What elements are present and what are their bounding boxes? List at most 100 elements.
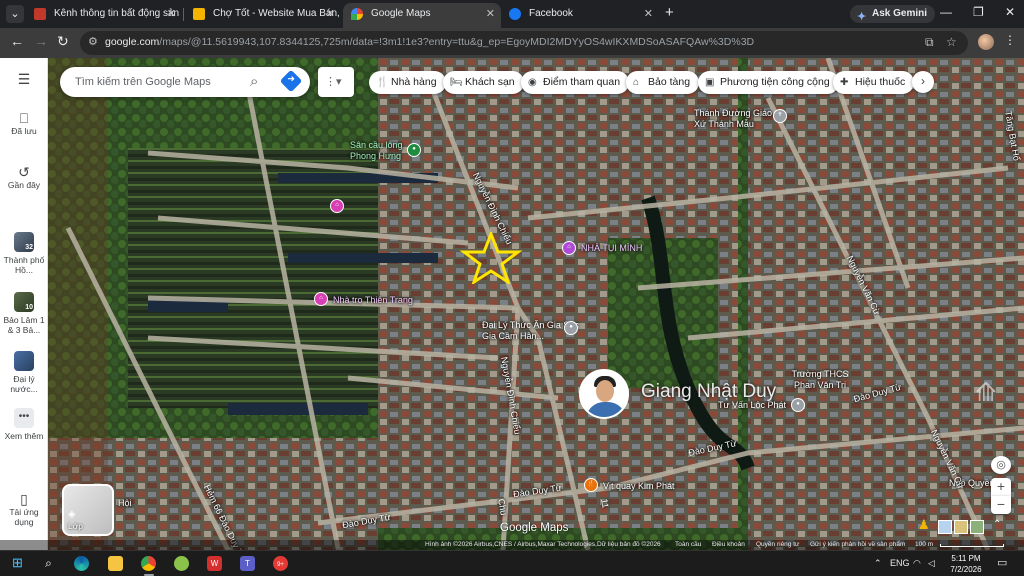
- phone-icon: ▯: [20, 491, 28, 507]
- new-tab-button[interactable]: +: [665, 4, 674, 21]
- church-pin-icon[interactable]: ✝: [773, 109, 787, 123]
- feedback-link[interactable]: Gửi ý kiến phản hồi về sản phẩm: [810, 540, 905, 550]
- reload-icon[interactable]: ↻: [57, 33, 69, 50]
- traffic-thumbnail[interactable]: [954, 520, 968, 534]
- label-thanh-duong[interactable]: Thánh Đường Giáo Xứ Thánh Mẫu: [694, 108, 784, 130]
- satellite-map[interactable]: Thánh Đường Giáo Xứ Thánh Mẫu ✝ Sân cầu …: [48, 58, 1024, 550]
- tab-search-button[interactable]: ⌄: [6, 5, 24, 23]
- rail-saved[interactable]: ⎕ Đã lưu: [0, 111, 48, 136]
- teams-icon[interactable]: T: [240, 556, 255, 571]
- notification-icon[interactable]: ▭: [997, 556, 1007, 569]
- close-icon[interactable]: ✕: [486, 3, 495, 25]
- terrain-thumbnail[interactable]: [938, 520, 952, 534]
- windows-start-icon[interactable]: ⊞: [10, 556, 25, 571]
- store-pin-icon[interactable]: ●: [564, 321, 578, 335]
- rail-recent-daily[interactable]: Đại lý nước...: [0, 351, 48, 394]
- clock-date: 7/2/2026: [950, 565, 982, 574]
- directions-icon[interactable]: ➜: [279, 69, 303, 93]
- profile-avatar[interactable]: [978, 34, 994, 50]
- forward-icon[interactable]: →: [34, 33, 48, 49]
- file-explorer-icon[interactable]: [108, 556, 123, 571]
- chrome-icon[interactable]: [141, 556, 156, 571]
- office-pin-icon[interactable]: ●: [791, 398, 805, 412]
- tab-divider: [183, 8, 184, 21]
- taskbar-clock[interactable]: 5:11 PM 7/2/2026: [946, 553, 986, 575]
- site-info-icon[interactable]: ⚙: [88, 35, 98, 48]
- rail-recent-hcmc[interactable]: 32 Thành phố Hồ...: [0, 232, 48, 275]
- transit-thumbnail[interactable]: [970, 520, 984, 534]
- zoom-in-button[interactable]: +: [991, 478, 1011, 496]
- close-icon[interactable]: ✕: [326, 3, 335, 25]
- address-bar[interactable]: ⚙ google.com/maps/@11.5619943,107.834412…: [80, 31, 968, 55]
- close-window-icon[interactable]: ✕: [1005, 5, 1015, 19]
- chip-attractions[interactable]: ◉ Điểm tham quan: [521, 71, 630, 94]
- selected-location-star-icon[interactable]: [458, 232, 524, 284]
- sports-pin-icon[interactable]: ●: [407, 143, 421, 157]
- bookmark-star-icon[interactable]: ☆: [946, 35, 957, 49]
- rail-recent-baolam[interactable]: 10 Bảo Lâm 1 & 3 Bả...: [0, 292, 48, 335]
- home-pin-icon[interactable]: ⌂: [562, 241, 576, 255]
- close-icon[interactable]: ✕: [167, 3, 176, 25]
- expand-icon[interactable]: ⌃: [993, 519, 1001, 530]
- map-attribution-bar: Hình ảnh ©2026 Airbus,CNES / Airbus,Maxa…: [0, 540, 1024, 550]
- speaker-icon[interactable]: ◁: [928, 558, 935, 569]
- my-location-button[interactable]: ◎: [991, 456, 1011, 474]
- edge-icon[interactable]: [74, 556, 89, 571]
- menu-button[interactable]: ☰: [0, 72, 48, 87]
- terms-link[interactable]: Điều khoản: [712, 540, 745, 550]
- place-filter-button[interactable]: ⋮▾: [318, 67, 354, 97]
- facebook-favicon-icon: [509, 8, 521, 20]
- label-vit-quay[interactable]: Vịt quay Kim Phát: [603, 481, 675, 491]
- install-app-icon[interactable]: ⧉: [925, 35, 934, 50]
- map-type-thumbnails[interactable]: [938, 520, 984, 534]
- country-link[interactable]: Toàn cầu: [675, 540, 701, 550]
- wifi-icon[interactable]: ◠: [913, 558, 921, 569]
- layers-label: Lớp: [68, 521, 84, 531]
- rail-recent[interactable]: ↺ Gần đây: [0, 165, 48, 190]
- chip-transit[interactable]: ▣ Phương tiện công cộng: [698, 71, 839, 94]
- privacy-link[interactable]: Quyền riêng tư: [756, 540, 799, 550]
- tab-title: Chợ Tốt - Website Mua Bán, Ra: [213, 8, 341, 19]
- chip-hotels[interactable]: 🛏 Khách sạn: [443, 71, 524, 94]
- label-nha-tro[interactable]: Nhà trọ Thiên Trang: [333, 295, 413, 305]
- tab-chotot[interactable]: Chợ Tốt - Website Mua Bán, Ra ✕: [185, 3, 341, 28]
- chip-label: Nhà hàng: [391, 76, 437, 88]
- app-green-icon[interactable]: [174, 556, 189, 571]
- rail-more[interactable]: ••• Xem thêm: [0, 408, 48, 441]
- label-nha-tui-minh[interactable]: NHÀ TỤI MÌNH: [581, 243, 642, 253]
- menu-kebab-icon[interactable]: ⋮: [1004, 33, 1016, 47]
- lodging-pin-icon[interactable]: ⌂: [314, 292, 328, 306]
- search-input[interactable]: Tìm kiếm trên Google Maps: [75, 76, 211, 88]
- tab-batdongsan[interactable]: Kênh thông tin bất động sản - N ✕: [26, 3, 182, 28]
- chip-restaurants[interactable]: 🍴 Nhà hàng: [369, 71, 446, 94]
- layers-button[interactable]: ◈ Lớp: [62, 484, 114, 536]
- minimize-icon[interactable]: —: [940, 5, 952, 19]
- chip-pharmacies[interactable]: ✚ Hiệu thuốc: [833, 71, 915, 94]
- language-indicator[interactable]: ENG: [890, 558, 910, 568]
- rail-get-app[interactable]: ▯ Tải ứng dụng: [0, 491, 48, 527]
- url-text[interactable]: google.com/maps/@11.5619943,107.8344125,…: [105, 36, 754, 48]
- tab-google-maps[interactable]: Google Maps ✕: [343, 3, 501, 28]
- tray-chevron-icon[interactable]: ⌃: [874, 558, 882, 569]
- lodging-pin-icon[interactable]: ⌂: [330, 199, 344, 213]
- browser-toolbar: ← → ↻ ⚙ google.com/maps/@11.5619943,107.…: [0, 28, 1024, 58]
- food-pin-icon[interactable]: 🍴: [584, 478, 598, 492]
- label-truong-thcs[interactable]: Trường THCS Phan Văn Trị: [790, 369, 850, 391]
- scale-label[interactable]: 100 m: [915, 540, 933, 550]
- ask-gemini-button[interactable]: ✦ Ask Gemini: [850, 5, 936, 23]
- close-icon[interactable]: ✕: [644, 3, 653, 25]
- chips-next-button[interactable]: ›: [912, 71, 934, 93]
- search-icon[interactable]: ⌕: [250, 73, 258, 90]
- rail-badge: 32: [25, 244, 33, 251]
- tab-facebook[interactable]: Facebook ✕: [501, 3, 659, 28]
- app-red-icon[interactable]: 9+: [273, 556, 288, 571]
- wps-office-icon[interactable]: W: [207, 556, 222, 571]
- chip-museums[interactable]: ⌂ Bảo tàng: [626, 71, 700, 94]
- maps-search-box[interactable]: Tìm kiếm trên Google Maps ⌕ ➜: [60, 67, 310, 97]
- pegman-icon[interactable]: ♟: [918, 517, 934, 535]
- restore-icon[interactable]: ❐: [973, 5, 984, 19]
- back-icon[interactable]: ←: [10, 33, 24, 49]
- zoom-out-button[interactable]: −: [991, 496, 1011, 514]
- search-icon[interactable]: ⌕: [41, 556, 56, 571]
- chip-label: Hiệu thuốc: [855, 76, 906, 88]
